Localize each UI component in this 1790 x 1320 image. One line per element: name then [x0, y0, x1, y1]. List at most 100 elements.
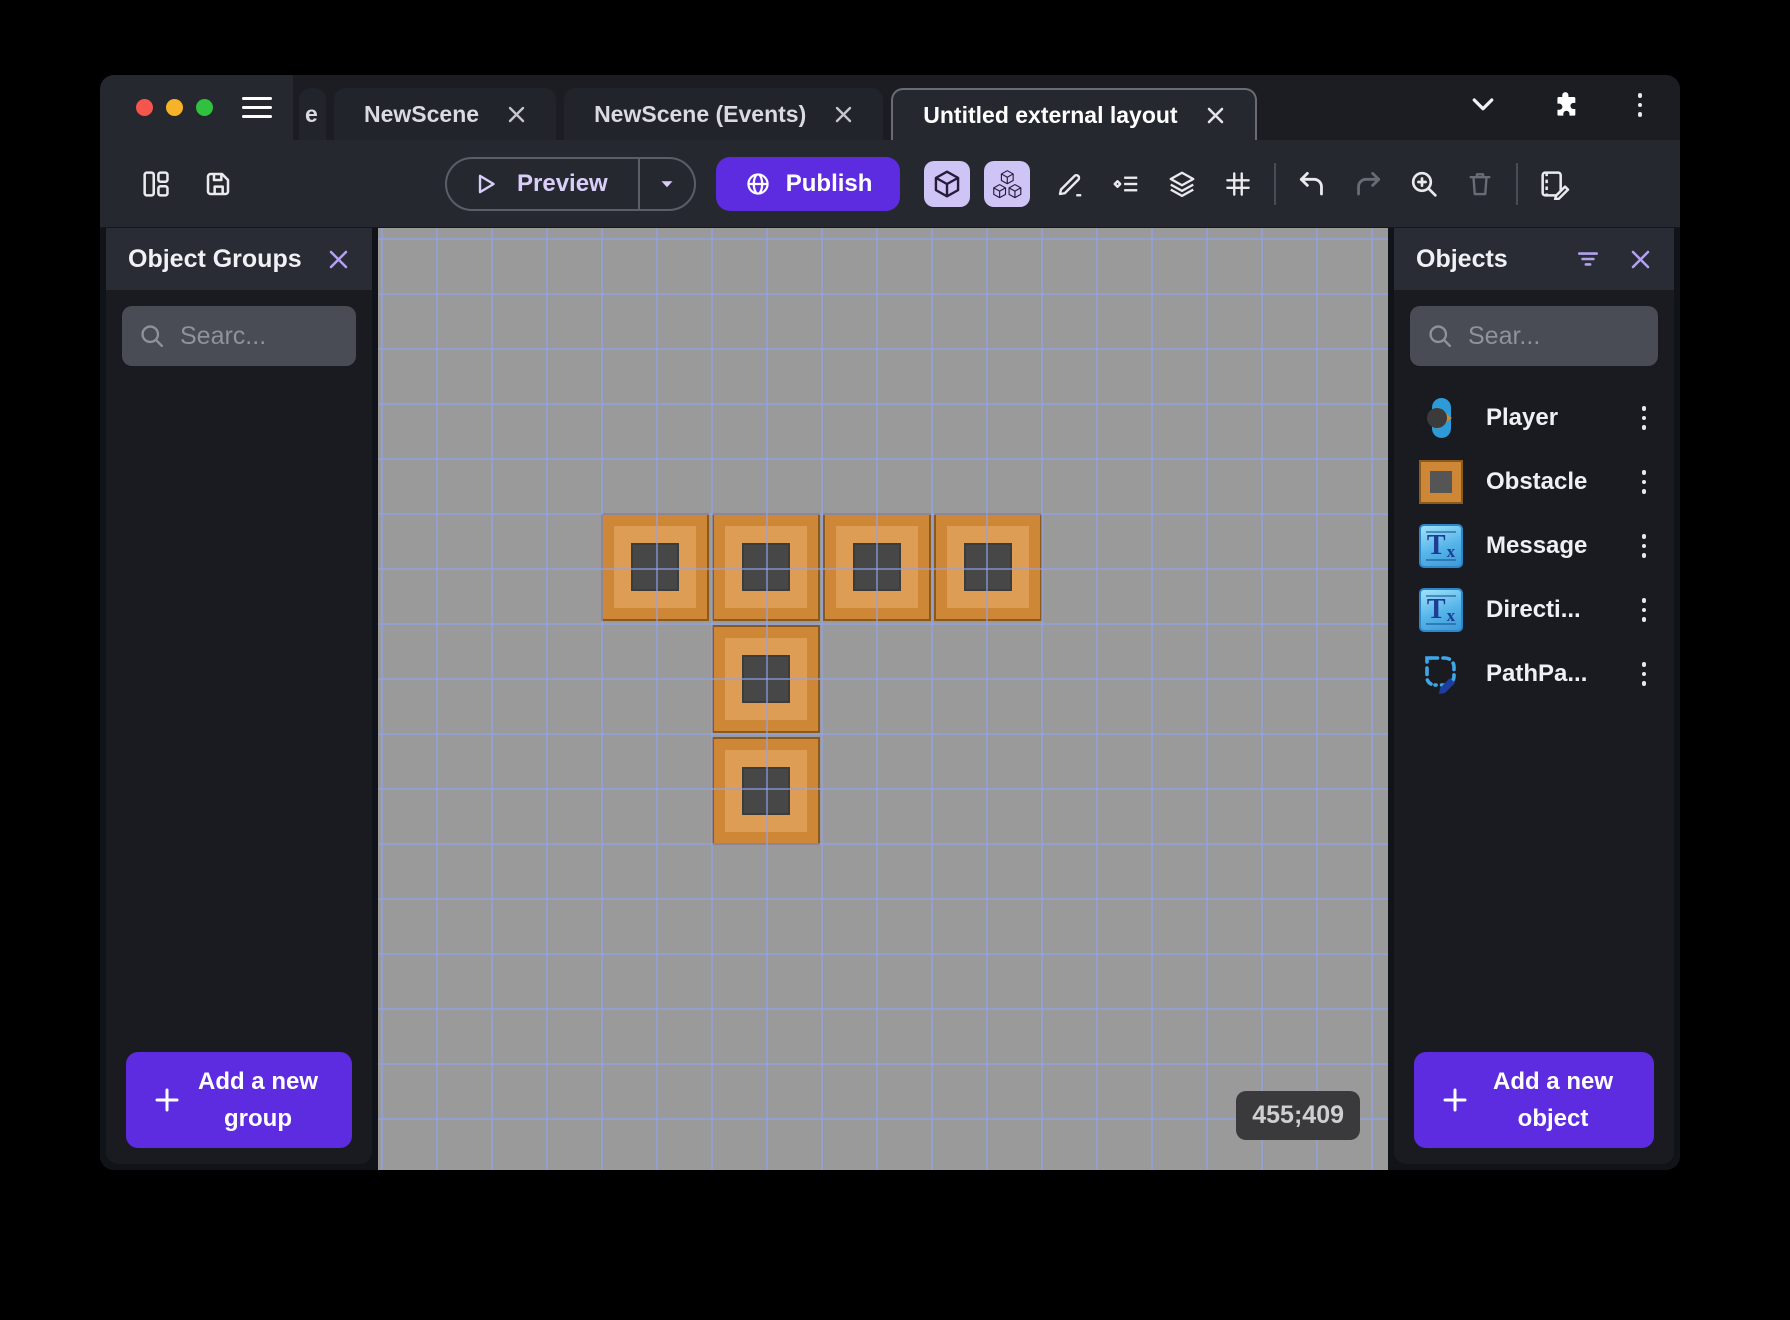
- obstacle-instance[interactable]: [934, 513, 1042, 621]
- objects-header: Objects: [1394, 228, 1674, 290]
- objects-list: Player Obstacle Tx Message T x Directi..…: [1394, 386, 1674, 706]
- object-menu-icon-player[interactable]: [1638, 402, 1651, 434]
- titlebar-actions: [1468, 89, 1647, 121]
- edit-tool-button[interactable]: [1048, 162, 1092, 206]
- add-object-button[interactable]: Add a new object: [1414, 1052, 1654, 1148]
- object-row-directions[interactable]: Tx Directi...: [1394, 578, 1674, 642]
- undo-icon: [1300, 171, 1324, 195]
- close-tab-icon[interactable]: [1206, 106, 1225, 125]
- object-name: Obstacle: [1486, 468, 1588, 495]
- edit-properties-button[interactable]: [1532, 162, 1576, 206]
- close-window-button[interactable]: [136, 99, 153, 116]
- close-panel-icon[interactable]: [1629, 248, 1652, 271]
- grid-options-button[interactable]: [1216, 162, 1260, 206]
- pencil-icon: [1059, 173, 1082, 196]
- play-icon: [478, 174, 495, 193]
- tab-truncated[interactable]: e: [299, 88, 326, 140]
- scene-canvas[interactable]: 455;409: [378, 228, 1388, 1170]
- instances-list-button[interactable]: [1104, 162, 1148, 206]
- tab-label: NewScene (Events): [594, 100, 807, 127]
- objects-search[interactable]: [1410, 306, 1658, 366]
- object-name: PathPa...: [1486, 660, 1588, 687]
- preview-options-button[interactable]: [637, 158, 694, 209]
- preview-main-segment[interactable]: Preview: [447, 159, 638, 209]
- preview-button[interactable]: Preview: [445, 156, 696, 211]
- redo-icon: [1357, 171, 1381, 195]
- redo-button[interactable]: [1346, 162, 1390, 206]
- obstacle-instance[interactable]: [712, 625, 820, 733]
- obstacle-instance[interactable]: [712, 513, 820, 621]
- save-button[interactable]: [196, 162, 240, 206]
- object-menu-icon-directions[interactable]: [1638, 594, 1651, 626]
- tab-label: Untitled external layout: [923, 101, 1178, 128]
- open-project-manager-button[interactable]: [134, 162, 178, 206]
- object-row-obstacle[interactable]: Obstacle: [1394, 450, 1674, 514]
- undo-button[interactable]: [1290, 162, 1334, 206]
- obstacle-instance[interactable]: [601, 513, 709, 621]
- search-input[interactable]: [180, 321, 340, 351]
- tab-label: e: [305, 100, 318, 127]
- cube-icon: [935, 170, 960, 197]
- object-row-pathpaint[interactable]: PathPa...: [1394, 642, 1674, 706]
- object-groups-panel: Object Groups Add a new group: [106, 228, 372, 1164]
- chevron-down-icon[interactable]: [1468, 90, 1498, 120]
- layers-icon: [1169, 171, 1195, 197]
- tab-newscene[interactable]: NewScene: [334, 88, 557, 140]
- player-object-icon: [1418, 395, 1464, 441]
- object-groups-list: [106, 366, 372, 1052]
- layers-button[interactable]: [1160, 162, 1204, 206]
- panel-title: Object Groups: [128, 244, 302, 273]
- edit-objects-toggle[interactable]: [924, 160, 971, 207]
- cubes-icon: [993, 169, 1022, 198]
- tile-layer: [378, 228, 1388, 1170]
- more-options-icon[interactable]: [1634, 89, 1647, 121]
- edit-properties-icon: [1541, 170, 1570, 200]
- object-row-player[interactable]: Player: [1394, 386, 1674, 450]
- tab-newscene-events[interactable]: NewScene (Events): [564, 88, 884, 140]
- object-menu-icon-obstacle[interactable]: [1638, 466, 1651, 498]
- instances-list-icon: [1113, 176, 1138, 191]
- trash-icon: [1469, 172, 1491, 195]
- text-object-icon: Tx: [1418, 587, 1464, 633]
- text-object-icon: Tx: [1418, 523, 1464, 569]
- objects-panel: Objects Player: [1394, 228, 1674, 1164]
- object-name: Player: [1486, 404, 1559, 431]
- tab-label: NewScene: [364, 100, 480, 127]
- save-icon: [206, 172, 230, 195]
- close-panel-icon[interactable]: [327, 248, 350, 271]
- grid-icon: [1226, 171, 1251, 196]
- delete-button[interactable]: [1458, 162, 1502, 206]
- zoom-in-button[interactable]: [1402, 162, 1446, 206]
- edit-instances-toggle[interactable]: [984, 160, 1031, 207]
- preview-label: Preview: [517, 169, 608, 197]
- dashboard-icon: [143, 170, 169, 197]
- object-row-message[interactable]: Tx Message: [1394, 514, 1674, 578]
- object-groups-search[interactable]: [122, 306, 356, 366]
- search-icon: [141, 325, 164, 348]
- object-menu-icon-pathpaint[interactable]: [1638, 658, 1651, 690]
- minimize-window-button[interactable]: [166, 99, 183, 116]
- panel-title: Objects: [1416, 244, 1508, 273]
- tab-untitled-external-layout[interactable]: Untitled external layout: [891, 88, 1257, 140]
- object-name: Message: [1486, 532, 1588, 559]
- object-name: Directi...: [1486, 596, 1581, 623]
- filter-icon[interactable]: [1575, 246, 1601, 272]
- gdevelop-window: e NewScene NewScene (Events) Untitled ex…: [100, 75, 1680, 1170]
- extensions-puzzle-icon[interactable]: [1550, 89, 1582, 121]
- add-group-button[interactable]: Add a new group: [126, 1052, 352, 1148]
- obstacle-instance[interactable]: [712, 737, 820, 845]
- maximize-window-button[interactable]: [196, 99, 213, 116]
- close-tab-icon[interactable]: [507, 105, 526, 124]
- close-tab-icon[interactable]: [834, 105, 853, 124]
- titlebar: e NewScene NewScene (Events) Untitled ex…: [100, 75, 1680, 140]
- publish-button[interactable]: Publish: [715, 156, 901, 211]
- add-object-label: Add a new object: [1492, 1067, 1613, 1132]
- search-input[interactable]: [1468, 321, 1642, 351]
- object-menu-icon-message[interactable]: [1638, 530, 1651, 562]
- toolbar: Preview Publish: [100, 140, 1680, 228]
- window-controls: [100, 75, 293, 140]
- object-groups-header: Object Groups: [106, 228, 372, 290]
- obstacle-instance[interactable]: [823, 513, 931, 621]
- main-menu-icon[interactable]: [242, 97, 272, 118]
- tab-bar: e NewScene NewScene (Events) Untitled ex…: [299, 88, 1257, 140]
